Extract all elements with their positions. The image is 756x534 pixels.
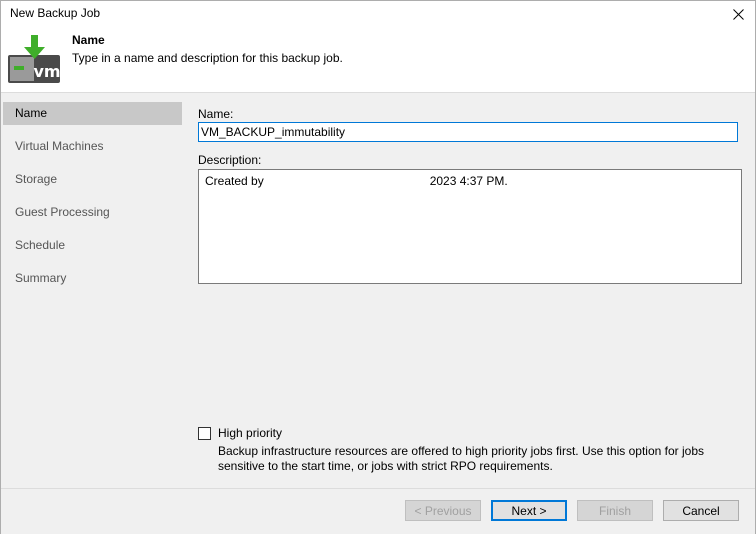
- previous-button[interactable]: < Previous: [405, 500, 481, 521]
- name-input[interactable]: [198, 122, 738, 142]
- cancel-button[interactable]: Cancel: [663, 500, 739, 521]
- step-summary[interactable]: Summary: [3, 267, 182, 290]
- high-priority-checkbox[interactable]: [198, 427, 211, 440]
- redacted-region: [263, 174, 430, 189]
- next-button[interactable]: Next >: [491, 500, 567, 521]
- close-icon: [732, 8, 744, 20]
- step-virtual-machines[interactable]: Virtual Machines: [3, 135, 182, 158]
- wizard-steps: Name Virtual Machines Storage Guest Proc…: [3, 102, 182, 486]
- description-textarea[interactable]: Created by 2023 4:37 PM.: [198, 169, 742, 284]
- window-title: New Backup Job: [10, 6, 101, 20]
- header-subtitle: Type in a name and description for this …: [72, 51, 343, 65]
- high-priority-description: Backup infrastructure resources are offe…: [218, 444, 705, 473]
- wizard-content: Name: Description: Created by 2023 4:37 P…: [184, 102, 755, 486]
- step-name[interactable]: Name: [3, 102, 182, 125]
- description-label: Description:: [198, 153, 262, 167]
- finish-button[interactable]: Finish: [577, 500, 653, 521]
- title-bar: New Backup Job: [1, 1, 755, 27]
- step-storage[interactable]: Storage: [3, 168, 182, 191]
- svg-text:vm: vm: [33, 62, 60, 81]
- backup-job-dialog: New Backup Job vm Name Type in a name an…: [0, 0, 756, 534]
- step-guest-processing[interactable]: Guest Processing: [3, 201, 182, 224]
- vm-backup-icon: vm: [8, 35, 61, 83]
- name-label: Name:: [198, 107, 234, 121]
- high-priority-label[interactable]: High priority: [218, 426, 282, 440]
- close-button[interactable]: [721, 1, 755, 27]
- description-suffix: 2023 4:37 PM.: [429, 174, 508, 188]
- wizard-footer: < Previous Next > Finish Cancel: [1, 488, 755, 534]
- wizard-header: vm Name Type in a name and description f…: [1, 27, 755, 93]
- header-title: Name: [72, 33, 105, 47]
- step-schedule[interactable]: Schedule: [3, 234, 182, 257]
- description-prefix: Created by: [205, 174, 264, 188]
